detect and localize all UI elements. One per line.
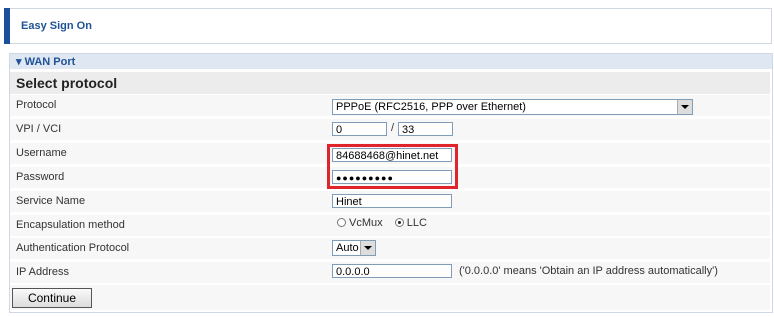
chevron-down-icon[interactable] <box>677 100 692 114</box>
auth-protocol-select[interactable]: Auto <box>332 240 376 256</box>
auth-protocol-value: Auto <box>336 242 359 254</box>
button-row <box>10 285 770 310</box>
service-name-label: Service Name <box>16 195 86 207</box>
vcmux-label: VcMux <box>349 217 383 229</box>
service-name-input[interactable]: Hinet <box>332 194 452 208</box>
wan-port-header[interactable]: ▾ WAN Port <box>10 54 772 69</box>
password-label: Password <box>16 171 65 183</box>
llc-label: LLC <box>406 217 427 229</box>
chevron-down-icon[interactable] <box>360 241 375 255</box>
top-header-bar: Easy Sign On <box>4 8 772 44</box>
auth-protocol-row: Authentication Protocol <box>10 238 770 259</box>
vpi-vci-separator: / <box>391 122 395 134</box>
continue-button[interactable]: Continue <box>12 288 92 308</box>
ip-address-input[interactable]: 0.0.0.0 <box>332 264 452 278</box>
wan-port-label[interactable]: ▾ WAN Port <box>16 55 75 68</box>
protocol-label: Protocol <box>16 99 57 111</box>
header-accent-bar <box>4 8 10 44</box>
vpi-vci-row: VPI / VCI <box>10 119 770 140</box>
select-protocol-heading: Select protocol <box>16 75 118 91</box>
ip-address-hint: ('0.0.0.0' means 'Obtain an IP address a… <box>459 265 718 277</box>
vpi-input[interactable]: 0 <box>332 122 387 136</box>
ip-address-label: IP Address <box>16 266 69 278</box>
vci-input[interactable]: 33 <box>398 122 453 136</box>
llc-radio[interactable] <box>394 218 404 227</box>
encapsulation-label: Encapsulation method <box>16 219 125 231</box>
auth-protocol-label: Authentication Protocol <box>16 242 130 254</box>
username-label: Username <box>16 147 67 159</box>
vpi-vci-label: VPI / VCI <box>16 123 62 135</box>
encapsulation-options: VcMux LLC <box>337 217 427 229</box>
page-title: Easy Sign On <box>21 20 92 32</box>
protocol-select-value: PPPoE (RFC2516, PPP over Ethernet) <box>336 101 526 113</box>
vcmux-radio[interactable] <box>337 218 346 227</box>
section-heading: Select protocol <box>10 72 770 94</box>
protocol-select[interactable]: PPPoE (RFC2516, PPP over Ethernet) <box>332 99 693 115</box>
credentials-highlight-box <box>327 144 458 189</box>
